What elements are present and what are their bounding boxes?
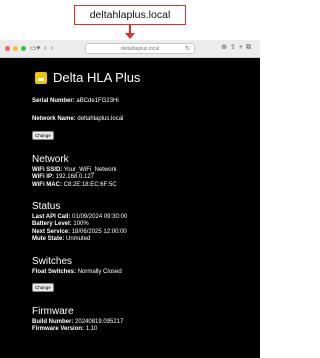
last-api-call-row: Last API Call: 01/09/2024 09:30:00	[32, 214, 128, 221]
battery-level-row: Battery Level: 100%	[32, 221, 89, 228]
maximize-window-icon[interactable]	[21, 46, 26, 51]
mute-state-row: Mute State: Unmuted	[32, 236, 91, 243]
close-window-icon[interactable]	[5, 46, 10, 51]
app-header: Delta HLA Plus	[35, 70, 140, 85]
reload-icon[interactable]: ↻	[185, 45, 190, 52]
app-title: Delta HLA Plus	[53, 70, 141, 85]
status-heading: Status	[32, 201, 61, 213]
callout-arrow-head	[125, 33, 135, 39]
url-callout-text: deltahlaplus.local	[89, 9, 171, 21]
sidebar-toggle-icon[interactable]: ▭▾	[30, 45, 40, 52]
float-switches-row: Float Switches: Normally Closed	[32, 268, 122, 275]
delta-logo-icon	[35, 71, 47, 84]
change-network-name-button[interactable]: Change	[32, 130, 54, 140]
wifi-ip-row: WiFi IP: 192.168.0.127	[32, 174, 94, 181]
browser-toolbar: ▭▾ ‹ › deltahlaplus.local ↻ ⊕⇧+⧉	[0, 40, 260, 58]
build-number-row: Build Number: 20240819.095217	[32, 319, 124, 326]
firmware-version-row: Firmware Version: 1.10	[32, 326, 98, 333]
wifi-ssid-row: WiFi SSID: Your_WiFi_Network	[32, 166, 117, 173]
back-icon[interactable]: ‹	[44, 45, 46, 52]
main-content: Serial Number: aBCde1FG23Hi Network Name…	[32, 98, 252, 334]
toolbar-actions-icons[interactable]: ⊕⇧+⧉	[221, 43, 254, 52]
firmware-heading: Firmware	[32, 306, 74, 318]
next-service-row: Next Service: 18/06/2025 12:00:00	[32, 228, 127, 235]
url-callout-box: deltahlaplus.local	[74, 5, 186, 25]
switches-heading: Switches	[32, 255, 73, 267]
wifi-mac-row: WiFi MAC: C8:2E:18:EC:6F:5C	[32, 181, 117, 188]
address-bar-url: deltahlaplus.local	[120, 45, 160, 52]
address-bar[interactable]: deltahlaplus.local ↻	[85, 43, 195, 54]
network-name-row: Network Name: deltahlaplus.local	[32, 116, 124, 123]
network-heading: Network	[32, 153, 69, 165]
minimize-window-icon[interactable]	[13, 46, 18, 51]
web-page: Delta HLA Plus Serial Number: aBCde1FG23…	[0, 58, 260, 358]
forward-icon[interactable]: ›	[50, 45, 52, 52]
change-float-switches-button[interactable]: Change	[32, 283, 54, 293]
serial-number-row: Serial Number: aBCde1FG23Hi	[32, 98, 119, 104]
